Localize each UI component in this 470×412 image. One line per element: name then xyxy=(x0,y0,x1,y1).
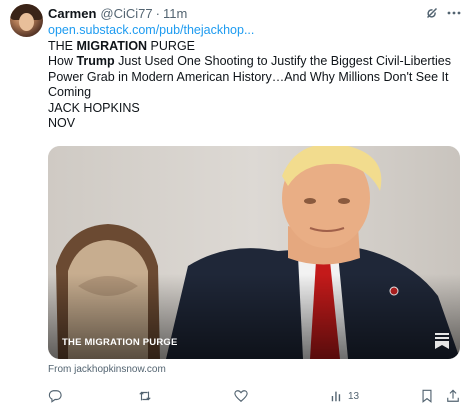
retweet-icon xyxy=(139,391,151,401)
heart-icon xyxy=(234,390,248,402)
date-line: NOV xyxy=(48,116,76,130)
author-line: JACK HOPKINS xyxy=(48,100,140,115)
headline: THE MIGRATION PURGE xyxy=(48,39,458,55)
action-bar: 13 xyxy=(48,388,462,404)
tweet-link[interactable]: open.substack.com/pub/thejackhop... xyxy=(48,23,458,39)
bookmark-icon xyxy=(422,389,432,403)
separator-dot: · xyxy=(155,5,160,21)
headline-suffix: PURGE xyxy=(147,38,196,53)
tweet[interactable]: Carmen @CiCi77 · 11m open.substack.com/p… xyxy=(0,0,470,412)
reply-button[interactable] xyxy=(48,388,62,404)
avatar-face xyxy=(19,13,34,31)
card-title: THE MIGRATION PURGE xyxy=(62,337,178,348)
author-handle[interactable]: @CiCi77 xyxy=(100,6,152,21)
more-options-icon[interactable] xyxy=(446,5,462,21)
link-card[interactable]: THE MIGRATION PURGE xyxy=(48,146,460,359)
timestamp[interactable]: 11m xyxy=(163,6,187,21)
views-icon xyxy=(331,391,341,402)
like-button[interactable] xyxy=(234,388,248,404)
tweet-header: Carmen @CiCi77 · 11m xyxy=(48,5,187,21)
subtitle-prefix: How xyxy=(48,54,77,68)
bookmark-logo-icon xyxy=(435,333,449,349)
reply-icon xyxy=(48,390,62,403)
headline-bold: MIGRATION xyxy=(76,38,148,53)
card-image xyxy=(48,146,460,359)
subtitle-bold: Trump xyxy=(76,54,115,68)
views-count: 13 xyxy=(348,390,360,402)
bookmark-button[interactable] xyxy=(420,388,434,404)
headline-prefix: THE xyxy=(48,38,77,53)
avatar[interactable] xyxy=(10,4,43,37)
author-name[interactable]: Carmen xyxy=(48,6,96,21)
views-button[interactable]: 13 xyxy=(330,388,359,404)
share-icon xyxy=(447,389,459,402)
share-button[interactable] xyxy=(446,388,460,404)
card-source[interactable]: From jackhopkinsnow.com xyxy=(48,364,166,375)
subtitle: How Trump Just Used One Shooting to Just… xyxy=(48,54,458,101)
tweet-text: open.substack.com/pub/thejackhop... THE … xyxy=(48,23,458,132)
grok-icon[interactable] xyxy=(424,5,440,21)
retweet-button[interactable] xyxy=(138,388,152,404)
